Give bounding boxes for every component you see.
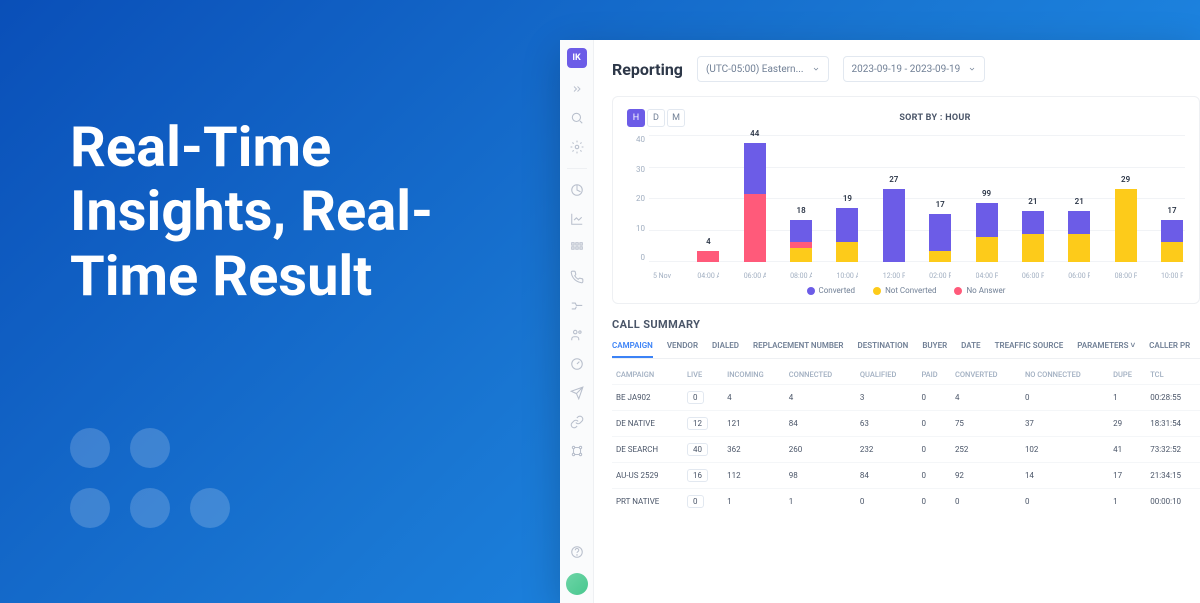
integrations-icon[interactable]	[569, 443, 585, 459]
bar-3[interactable]: 18	[790, 220, 812, 262]
tab-parameters-˅[interactable]: PARAMETERS ˅	[1077, 341, 1135, 358]
col-incoming: INCOMING	[723, 365, 785, 385]
gran-D[interactable]: D	[647, 109, 665, 127]
sort-label: SORT BY : HOUR	[685, 113, 1185, 123]
table-row[interactable]: DE NATIVE121218463075372918:31:54	[612, 411, 1200, 437]
tab-date[interactable]: DATE	[961, 341, 980, 358]
send-icon[interactable]	[569, 385, 585, 401]
main-content: Reporting (UTC-05:00) Eastern... 2023-09…	[594, 40, 1200, 603]
help-icon[interactable]	[569, 544, 585, 560]
avatar[interactable]	[566, 573, 588, 595]
bar-9[interactable]: 21	[1068, 211, 1090, 262]
user-badge[interactable]: IK	[567, 48, 587, 68]
tab-campaign[interactable]: CAMPAIGN	[612, 341, 653, 358]
bar-5[interactable]: 27	[883, 189, 905, 262]
bar-7[interactable]: 99	[976, 203, 998, 262]
summary-table: CAMPAIGNLIVEINCOMINGCONNECTEDQUALIFIEDPA…	[612, 365, 1200, 514]
gear-icon[interactable]	[569, 139, 585, 155]
tab-destination[interactable]: DESTINATION	[858, 341, 909, 358]
hero-text: Real-Time Insights, Real- Time Result	[70, 115, 433, 308]
gran-H[interactable]: H	[627, 109, 645, 127]
summary-tabs: CAMPAIGN VENDOR DIALED REPLACEMENT NUMBER DE…	[612, 341, 1200, 359]
sidebar: IK	[560, 40, 594, 603]
bar-2[interactable]: 44	[744, 143, 766, 262]
bar-11[interactable]: 17	[1161, 220, 1183, 262]
tab-buyer[interactable]: BUYER	[922, 341, 947, 358]
tab-treaffic-source[interactable]: TREAFFIC SOURCE	[995, 341, 1064, 358]
bar-6[interactable]: 17	[929, 214, 951, 262]
table-row[interactable]: BE JA9020443040100:28:55	[612, 385, 1200, 411]
tab-dialed[interactable]: DIALED	[712, 341, 739, 358]
col-tcl: TCL	[1146, 365, 1200, 385]
page-header: Reporting (UTC-05:00) Eastern... 2023-09…	[612, 56, 1200, 82]
summary-title: CALL SUMMARY	[612, 318, 1200, 331]
bar-chart: 403020100 444181927179921212917 5 Nov04:…	[627, 135, 1185, 280]
analytics-icon[interactable]	[569, 182, 585, 198]
expand-icon[interactable]	[569, 81, 585, 97]
dialpad-icon[interactable]	[569, 240, 585, 256]
chart-legend: ConvertedNot ConvertedNo Answer	[627, 286, 1185, 295]
tab-vendor[interactable]: VENDOR	[667, 341, 698, 358]
col-live: LIVE	[683, 365, 723, 385]
bar-10[interactable]: 29	[1115, 189, 1137, 262]
granularity-toggle[interactable]: HDM	[627, 109, 685, 127]
flow-icon[interactable]	[569, 298, 585, 314]
dashboard-window: IK Reporting (UTC-05:00) Eastern... 2023…	[560, 40, 1200, 603]
chart-card: HDM SORT BY : HOUR 403020100 44418192717…	[612, 96, 1200, 304]
bar-8[interactable]: 21	[1022, 211, 1044, 262]
bar-1[interactable]: 4	[697, 251, 719, 262]
col-qualified: QUALIFIED	[856, 365, 918, 385]
decorative-dots	[70, 428, 230, 528]
col-no-connected: NO CONNECTED	[1021, 365, 1109, 385]
search-icon[interactable]	[569, 110, 585, 126]
daterange-select[interactable]: 2023-09-19 - 2023-09-19	[843, 56, 986, 82]
phone-icon[interactable]	[569, 269, 585, 285]
users-icon[interactable]	[569, 327, 585, 343]
col-converted: CONVERTED	[951, 365, 1021, 385]
col-campaign: CAMPAIGN	[612, 365, 683, 385]
bar-4[interactable]: 19	[836, 208, 858, 262]
table-row[interactable]: DE SEARCH4036226023202521024173:32:52	[612, 437, 1200, 463]
tab-replacement-number[interactable]: REPLACEMENT NUMBER	[753, 341, 844, 358]
table-row[interactable]: PRT NATIVE0110000100:00:10	[612, 489, 1200, 515]
col-paid: PAID	[917, 365, 951, 385]
timezone-select[interactable]: (UTC-05:00) Eastern...	[697, 56, 829, 82]
tab-caller-pr[interactable]: CALLER PR	[1149, 341, 1190, 358]
chart-icon[interactable]	[569, 211, 585, 227]
col-connected: CONNECTED	[785, 365, 856, 385]
col-dupe: DUPE	[1109, 365, 1146, 385]
table-row[interactable]: AU-US 2529161129884092141721:34:15	[612, 463, 1200, 489]
link-icon[interactable]	[569, 414, 585, 430]
speed-icon[interactable]	[569, 356, 585, 372]
page-title: Reporting	[612, 60, 683, 79]
gran-M[interactable]: M	[667, 109, 685, 127]
